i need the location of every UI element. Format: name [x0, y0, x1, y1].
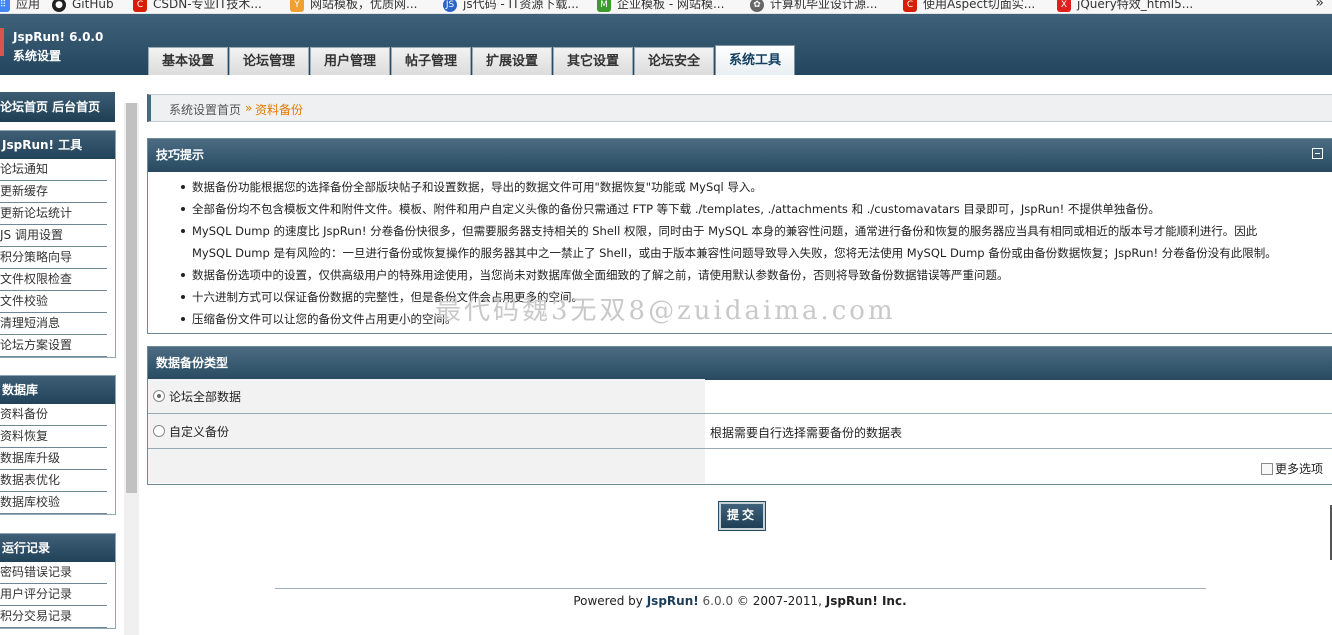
- breadcrumb-separator: »: [245, 101, 253, 115]
- sidebar-item-table-optimize[interactable]: 数据表优化: [0, 470, 107, 492]
- app-title: JspRun! 6.0.0: [13, 30, 104, 44]
- sidebar-item-db-check[interactable]: 数据库校验: [0, 492, 107, 514]
- gear-icon: ✿: [750, 0, 764, 12]
- sidebar-scrollbar[interactable]: [124, 103, 139, 635]
- radio-all-data-label[interactable]: 论坛全部数据: [169, 388, 241, 405]
- sidebar-item-js-settings[interactable]: JS 调用设置: [0, 225, 107, 247]
- tab-user-management[interactable]: 用户管理: [310, 47, 390, 75]
- sidebar-item-credit-wizard[interactable]: 积分策略向导: [0, 247, 107, 269]
- tab-system-tools[interactable]: 系统工具: [715, 45, 795, 75]
- breadcrumb-home[interactable]: 系统设置首页: [169, 101, 241, 118]
- tab-forum-security[interactable]: 论坛安全: [634, 47, 714, 75]
- footer-divider: [275, 588, 1206, 589]
- bookmark-aspect[interactable]: C 使用Aspect切面实...: [903, 0, 1035, 13]
- sidebar-section-title: 数据库: [0, 376, 115, 404]
- tip-item: MySQL Dump 的速度比 JspRun! 分卷备份快很多，但需要服务器支持…: [148, 220, 1332, 264]
- sidebar-item-credit-trade-log[interactable]: 积分交易记录: [0, 606, 107, 628]
- sidebar-item-update-stats[interactable]: 更新论坛统计: [0, 203, 107, 225]
- sidebar-section-title: JspRun! 工具: [0, 131, 115, 159]
- sidebar-item-data-restore[interactable]: 资料恢复: [0, 426, 107, 448]
- sidebar-section-database: 数据库 资料备份 资料恢复 数据库升级 数据表优化 数据库校验: [0, 375, 116, 515]
- tip-item: 数据备份选项中的设置，仅供高级用户的特殊用途使用，当您尚未对数据库做全面细致的了…: [148, 264, 1332, 286]
- sidebar-item-data-backup[interactable]: 资料备份: [0, 404, 107, 426]
- jquery-icon: X: [1057, 0, 1071, 12]
- more-options-checkbox[interactable]: [1261, 463, 1273, 475]
- bookmark-github[interactable]: ● GitHub: [52, 0, 114, 13]
- tips-title: 技巧提示: [156, 148, 205, 162]
- tip-item: 全部备份均不包含模板文件和附件文件。模板、附件和用户自定义头像的备份只需通过 F…: [148, 198, 1332, 220]
- sidebar-section-title: 运行记录: [0, 534, 115, 562]
- csdn-icon: C: [133, 0, 147, 12]
- sidebar-item-forum-scheme[interactable]: 论坛方案设置: [0, 335, 107, 357]
- sidebar-item-password-errors[interactable]: 密码错误记录: [0, 562, 107, 584]
- backup-panel-header: 数据备份类型: [148, 347, 1332, 380]
- breadcrumb: 系统设置首页 » 资料备份: [147, 94, 1332, 122]
- tip-item-line2: MySQL Dump 是有风险的：一旦进行备份或恢复操作的服务器其中之一禁止了 …: [192, 246, 1277, 260]
- bookmark-enterprise[interactable]: M 企业模板 - 网站模...: [597, 0, 724, 13]
- custom-backup-desc: 根据需要自行选择需要备份的数据表: [710, 426, 903, 440]
- logo-mark: [0, 28, 4, 56]
- tab-basic-settings[interactable]: 基本设置: [148, 47, 228, 75]
- more-bookmarks-icon[interactable]: »: [1315, 0, 1324, 11]
- bookmark-templates[interactable]: Y 网站模板，优质网...: [290, 0, 417, 13]
- template-icon: Y: [290, 0, 304, 12]
- bookmark-jquery[interactable]: XjQuery特效_html5...: [1057, 0, 1193, 13]
- radio-custom-backup[interactable]: [153, 425, 165, 437]
- backup-type-panel: 数据备份类型 论坛全部数据 自定义备份 根据需要自行选择需要备份的数据表 更多选…: [147, 346, 1332, 485]
- sidebar-item-clear-messages[interactable]: 清理短消息: [0, 313, 107, 335]
- tab-other-settings[interactable]: 其它设置: [553, 47, 633, 75]
- bookmark-csdn[interactable]: C CSDN-专业IT技术...: [133, 0, 262, 13]
- footer: Powered by JspRun! 6.0.0 © 2007-2011, Js…: [573, 594, 907, 608]
- app-header: JspRun! 6.0.0 系统设置 基本设置 论坛管理 用户管理 帖子管理 扩…: [0, 14, 1332, 75]
- sidebar-item-file-check[interactable]: 文件校验: [0, 291, 107, 313]
- more-options-label[interactable]: 更多选项: [1275, 460, 1323, 477]
- watermark: 最代码魏3无双8@zuidaima.com: [435, 296, 896, 326]
- tip-item: 数据备份功能根据您的选择备份全部版块帖子和设置数据，导出的数据文件可用"数据恢复…: [148, 176, 1332, 198]
- breadcrumb-current: 资料备份: [255, 103, 304, 117]
- bookmark-apps[interactable]: ⠿ 应用: [0, 0, 40, 13]
- tab-extension-settings[interactable]: 扩展设置: [472, 47, 552, 75]
- sidebar-item-forum-notice[interactable]: 论坛通知: [0, 159, 107, 181]
- footer-brand[interactable]: JspRun!: [647, 594, 699, 608]
- apps-icon: ⠿: [0, 0, 10, 12]
- backup-title: 数据备份类型: [156, 356, 229, 370]
- backup-option-custom: 自定义备份 根据需要自行选择需要备份的数据表: [148, 414, 1332, 449]
- collapse-icon[interactable]: [1312, 148, 1323, 159]
- radio-all-data[interactable]: [153, 390, 165, 402]
- footer-company[interactable]: JspRun! Inc.: [826, 594, 907, 608]
- tip-item-line1: MySQL Dump 的速度比 JspRun! 分卷备份快很多，但需要服务器支持…: [192, 224, 1258, 238]
- sidebar-top-links[interactable]: 论坛首页 后台首页: [0, 92, 115, 122]
- bookmark-jscode[interactable]: JS js代码 - IT资源下载...: [443, 0, 579, 13]
- tab-forum-management[interactable]: 论坛管理: [229, 47, 309, 75]
- tab-post-management[interactable]: 帖子管理: [391, 47, 471, 75]
- tips-panel-header: 技巧提示: [148, 139, 1332, 172]
- sidebar-section-tools: JspRun! 工具 论坛通知 更新缓存 更新论坛统计 JS 调用设置 积分策略…: [0, 130, 116, 358]
- sidebar-item-db-upgrade[interactable]: 数据库升级: [0, 448, 107, 470]
- m-icon: M: [597, 0, 611, 12]
- radio-custom-backup-label[interactable]: 自定义备份: [169, 423, 229, 440]
- csdn-icon: C: [903, 0, 917, 12]
- sidebar-section-logs: 运行记录 密码错误记录 用户评分记录 积分交易记录: [0, 533, 116, 629]
- sidebar-scrollbar-thumb[interactable]: [126, 103, 137, 493]
- github-icon: ●: [52, 0, 66, 12]
- app-subtitle: 系统设置: [13, 49, 62, 63]
- bookmarks-bar: ⠿ 应用 ● GitHub C CSDN-专业IT技术... Y 网站模板，优质网...…: [0, 0, 1332, 14]
- sidebar-item-update-cache[interactable]: 更新缓存: [0, 181, 107, 203]
- js-icon: JS: [443, 0, 457, 12]
- sidebar-item-file-permissions[interactable]: 文件权限检查: [0, 269, 107, 291]
- submit-button[interactable]: 提交: [718, 501, 766, 531]
- bookmark-graduation[interactable]: ✿ 计算机毕业设计源...: [750, 0, 877, 13]
- more-options-row: 更多选项: [148, 449, 1332, 483]
- backup-option-all: 论坛全部数据: [148, 379, 1332, 414]
